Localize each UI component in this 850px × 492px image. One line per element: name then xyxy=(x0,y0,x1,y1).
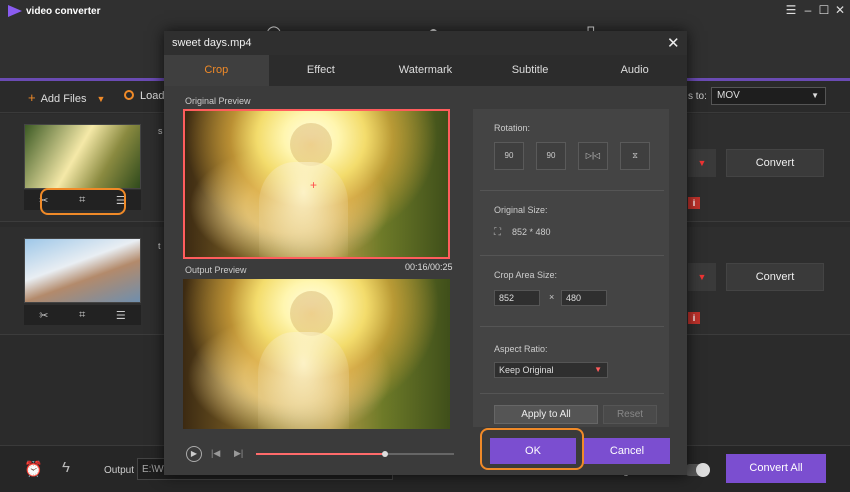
previous-frame-icon[interactable]: |◀ xyxy=(211,448,220,459)
plus-icon: + xyxy=(28,90,36,105)
format-select[interactable]: MOV ▼ xyxy=(711,87,826,105)
tab-subtitle[interactable]: Subtitle xyxy=(478,55,583,86)
tab-bar: Crop Effect Watermark Subtitle Audio xyxy=(164,55,687,86)
format-value: MOV xyxy=(717,90,740,101)
crop-width-input[interactable]: 852 xyxy=(494,290,540,306)
toggle-knob xyxy=(696,463,710,477)
crop-center-icon[interactable]: + xyxy=(310,178,317,192)
scissors-icon[interactable]: ✂ xyxy=(39,309,48,322)
video-thumbnail[interactable] xyxy=(24,124,141,189)
ok-button[interactable]: OK xyxy=(490,438,576,464)
aspect-ratio-label: Aspect Ratio: xyxy=(494,344,548,354)
effects-icon[interactable]: ☰ xyxy=(116,309,126,322)
output-preview-label: Output Preview xyxy=(185,265,247,275)
rotate-left-button[interactable]: 90 xyxy=(494,142,524,170)
divider xyxy=(480,190,664,191)
load-dvd-button[interactable]: Load xyxy=(124,90,164,102)
chevron-down-icon[interactable]: ▼ xyxy=(96,94,105,104)
timecode: 00:16/00:25 xyxy=(405,262,453,272)
original-size-value: 852 * 480 xyxy=(512,227,551,237)
thumbnail-tools: ✂ ⌗ ☰ xyxy=(24,305,141,325)
app-logo-icon xyxy=(8,5,22,17)
convert-button[interactable]: Convert xyxy=(726,263,824,291)
lightning-icon[interactable]: ϟ xyxy=(62,459,70,476)
chevron-down-icon: ▼ xyxy=(811,91,819,100)
convert-button[interactable]: Convert xyxy=(726,149,824,177)
convert-to-label: s to: xyxy=(688,91,707,102)
original-preview-label: Original Preview xyxy=(185,96,251,106)
disc-icon xyxy=(124,90,134,100)
tab-watermark[interactable]: Watermark xyxy=(373,55,478,86)
highlight-ring xyxy=(40,188,126,215)
tab-effect[interactable]: Effect xyxy=(269,55,374,86)
hamburger-icon[interactable]: ☰ xyxy=(784,3,798,17)
crop-handle-left[interactable] xyxy=(183,178,185,192)
play-icon[interactable]: ▶ xyxy=(186,446,202,462)
output-label: Output xyxy=(104,465,135,476)
maximize-icon[interactable]: ☐ xyxy=(817,3,831,17)
times-sign: × xyxy=(549,292,555,302)
output-format-dropdown[interactable]: ▼ xyxy=(688,263,716,291)
flip-vertical-icon: ⧖ xyxy=(632,151,638,160)
file-name: t xyxy=(158,241,161,251)
add-files-button[interactable]: + Add Files ▼ xyxy=(28,90,105,105)
crop-area-label: Crop Area Size: xyxy=(494,270,558,280)
apply-to-all-button[interactable]: Apply to All xyxy=(494,405,598,424)
app-title: video converter xyxy=(26,6,101,17)
flip-vertical-button[interactable]: ⧖ xyxy=(620,142,650,170)
minimize-icon[interactable]: – xyxy=(801,3,815,17)
cancel-button[interactable]: Cancel xyxy=(584,438,670,464)
add-files-label: Add Files xyxy=(40,93,87,105)
aspect-ratio-select[interactable]: Keep Original ▼ xyxy=(494,362,608,378)
output-format-dropdown[interactable]: ▼ xyxy=(688,149,716,177)
rotate-right-icon: 90 xyxy=(546,151,556,160)
flip-horizontal-icon: ▷|◁ xyxy=(585,151,601,160)
divider xyxy=(480,393,664,394)
flip-horizontal-button[interactable]: ▷|◁ xyxy=(578,142,608,170)
info-icon[interactable]: i xyxy=(688,197,700,209)
load-label: Load xyxy=(140,90,165,102)
divider xyxy=(480,326,664,327)
crop-icon[interactable]: ⌗ xyxy=(79,309,85,322)
close-icon[interactable]: ✕ xyxy=(667,34,680,52)
crop-height-input[interactable]: 480 xyxy=(561,290,607,306)
tab-audio[interactable]: Audio xyxy=(582,55,687,86)
output-preview xyxy=(183,279,450,429)
video-thumbnail[interactable] xyxy=(24,238,141,303)
dialog-title: sweet days.mp4 xyxy=(172,37,252,49)
video-frame xyxy=(183,279,450,429)
close-icon[interactable]: ✕ xyxy=(833,3,847,17)
rotate-left-icon: 90 xyxy=(504,151,514,160)
info-icon[interactable]: i xyxy=(688,312,700,324)
seek-progress xyxy=(256,453,385,455)
rotate-right-button[interactable]: 90 xyxy=(536,142,566,170)
rotation-label: Rotation: xyxy=(494,123,531,133)
crop-handle-right[interactable] xyxy=(448,178,450,192)
alarm-clock-icon[interactable]: ⏰ xyxy=(24,460,43,478)
convert-all-button[interactable]: Convert All xyxy=(726,454,826,483)
resize-icon: ⛶ xyxy=(494,227,501,238)
file-name: s xyxy=(158,126,163,136)
tab-crop[interactable]: Crop xyxy=(164,55,269,86)
chevron-down-icon: ▼ xyxy=(594,365,602,374)
seek-handle[interactable] xyxy=(381,451,388,457)
next-frame-icon[interactable]: ▶| xyxy=(234,448,243,459)
original-size-label: Original Size: xyxy=(494,205,548,215)
merge-toggle[interactable] xyxy=(684,463,710,477)
aspect-ratio-value: Keep Original xyxy=(499,365,554,375)
reset-button[interactable]: Reset xyxy=(603,405,657,424)
divider xyxy=(480,255,664,256)
